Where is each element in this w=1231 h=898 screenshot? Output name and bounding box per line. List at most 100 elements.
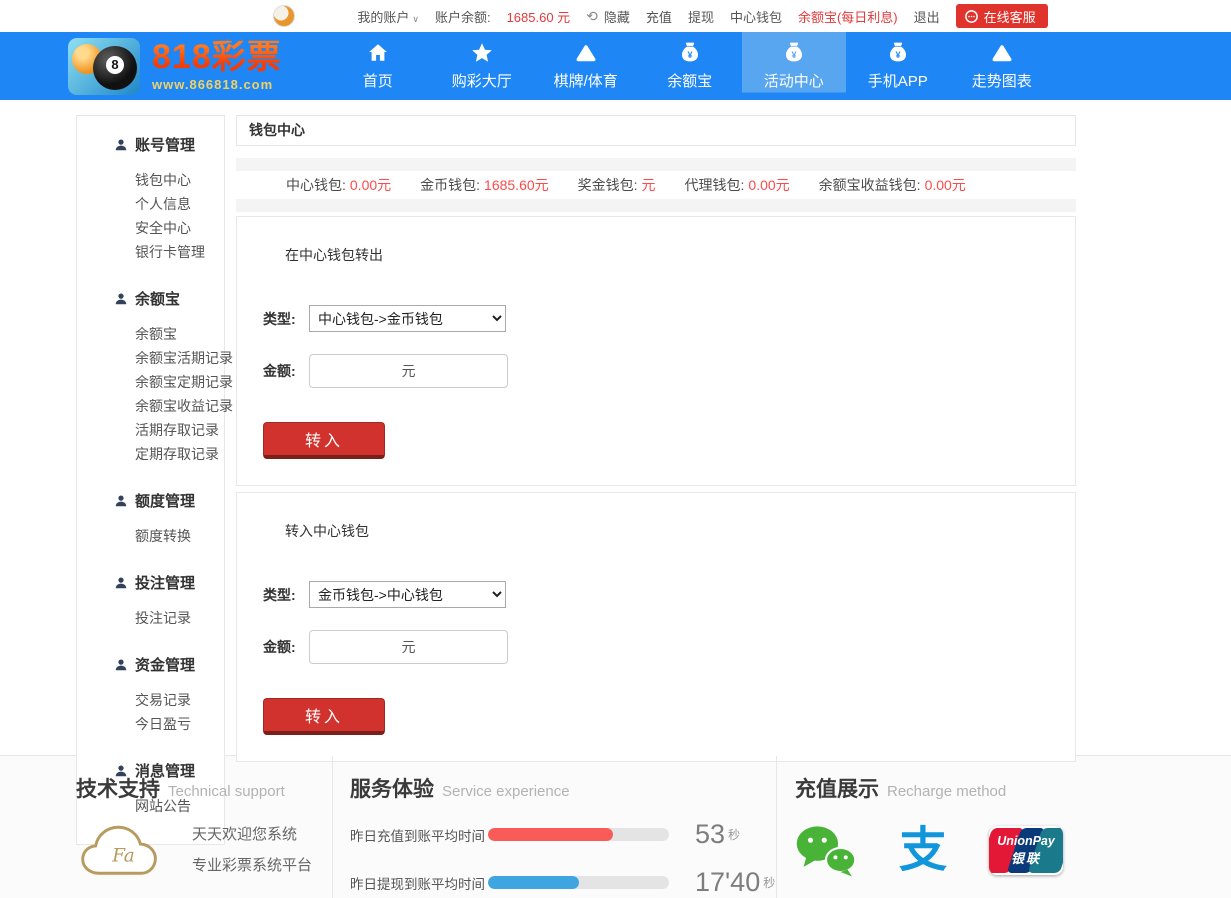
balance-bonus-wallet: 奖金钱包:元 [578,175,656,195]
sidebar-item-quota-convert[interactable]: 额度转换 [77,524,224,548]
sidebar-section-funds[interactable]: 资金管理 [77,654,224,675]
hide-balance-link[interactable]: 隐藏 [604,7,630,26]
user-icon [114,658,128,672]
cloud-logo-text: Fa [111,846,134,867]
svg-text:¥: ¥ [791,50,796,60]
transfer-button[interactable]: 转入 [263,422,385,459]
page-title: 钱包中心 [236,115,1076,146]
service-subtitle: Service experience [442,783,570,800]
recharge-link[interactable]: 充值 [646,7,672,26]
amount-label: 金额: [263,637,309,657]
balance-panel: 中心钱包:0.00元 金币钱包:1685.60元 奖金钱包:元 代理钱包:0.0… [236,158,1076,212]
user-icon [114,494,128,508]
sidebar-item-bank-card[interactable]: 银行卡管理 [77,240,224,264]
transfer-type-select[interactable]: 金币钱包->中心钱包 [309,581,506,608]
amount-input[interactable] [309,630,508,664]
moneybag-icon: ¥ [678,41,702,65]
form-title: 在中心钱包转出 [285,245,1075,265]
user-icon [114,138,128,152]
sidebar-item-fixed-deposit-records[interactable]: 定期存取记录 [77,442,224,466]
recharge-time-value: 53 [695,819,725,850]
sidebar-section-yuebao[interactable]: 余额宝 [77,288,224,309]
brand-name: 818彩票 [152,41,282,74]
type-label: 类型: [263,309,309,329]
sidebar-item-yuebao-current-records[interactable]: 余额宝活期记录 [77,346,224,370]
my-account-menu[interactable]: 我的账户∨ [357,7,419,26]
footer-service-experience: 服务体验 Service experience 昨日充值到账平均时间 53 秒 昨… [333,756,777,898]
withdraw-time-row: 昨日提现到账平均时间 17'40 秒 [350,866,776,898]
brand[interactable]: 8 818彩票 www.866818.com [68,38,282,95]
avatar[interactable] [273,5,295,27]
main-navbar: 8 818彩票 www.866818.com 首页 购彩大厅 棋牌/体育 ¥ 余… [0,32,1231,100]
withdraw-link[interactable]: 提现 [688,7,714,26]
nav-item-home[interactable]: 首页 [326,32,430,100]
balance-center-wallet: 中心钱包:0.00元 [286,175,391,195]
refresh-icon[interactable]: ⟲ [586,8,598,25]
balance-gold-wallet: 金币钱包:1685.60元 [420,175,549,195]
sidebar-item-personal-info[interactable]: 个人信息 [77,192,224,216]
transfer-in-form: 转入中心钱包 类型: 金币钱包->中心钱包 金额: 转入 [236,492,1076,762]
sidebar-item-security-center[interactable]: 安全中心 [77,216,224,240]
top-account-bar: 我的账户∨ 账户余额: 1685.60 元 ⟲ 隐藏 充值 提现 中心钱包 余额… [0,0,1231,32]
online-service-button[interactable]: 在线客服 [956,4,1048,28]
svg-text:¥: ¥ [895,50,900,60]
center-wallet-link[interactable]: 中心钱包 [730,7,782,26]
svg-text:¥: ¥ [687,50,692,60]
sidebar-section-betting[interactable]: 投注管理 [77,572,224,593]
footer: 技术支持Technical support Fa 天天欢迎您系统 专业彩票系统平… [0,755,1231,898]
nav-item-games-sports[interactable]: 棋牌/体育 [534,32,638,100]
brand-logo-icon: 8 [68,38,140,95]
footer-tech-support: 技术支持Technical support Fa 天天欢迎您系统 专业彩票系统平… [0,756,333,898]
amount-label: 金额: [263,361,309,381]
nav-item-trend-charts[interactable]: 走势图表 [950,32,1054,100]
withdraw-time-unit: 秒 [763,874,775,891]
recharge-time-unit: 秒 [728,826,740,843]
nav-item-yuebao[interactable]: ¥ 余额宝 [638,32,742,100]
sidebar-item-wallet-center[interactable]: 钱包中心 [77,168,224,192]
sidebar-item-yuebao[interactable]: 余额宝 [77,322,224,346]
sidebar-section-quota[interactable]: 额度管理 [77,490,224,511]
nav-item-lottery-hall[interactable]: 购彩大厅 [430,32,534,100]
nav-list: 首页 购彩大厅 棋牌/体育 ¥ 余额宝 ¥ 活动中心 ¥ 手机APP 走势图表 [326,32,1054,100]
triangle-icon [990,41,1014,65]
balance-agent-wallet: 代理钱包:0.00元 [685,175,790,195]
yuebao-link[interactable]: 余额宝(每日利息) [798,7,898,26]
form-title: 转入中心钱包 [285,521,1075,541]
sidebar-item-yuebao-fixed-records[interactable]: 余额宝定期记录 [77,370,224,394]
service-title: 服务体验 [350,773,434,803]
recharge-subtitle: Recharge method [887,783,1006,800]
transfer-button[interactable]: 转入 [263,698,385,735]
sidebar-item-bet-records[interactable]: 投注记录 [77,606,224,630]
nav-item-activity-center[interactable]: ¥ 活动中心 [742,32,846,100]
alipay-icon: 支 [899,827,947,875]
sidebar: 账号管理 钱包中心 个人信息 安全中心 银行卡管理 余额宝 余额宝 余额宝活期记… [76,115,225,845]
sidebar-item-today-profit-loss[interactable]: 今日盈亏 [77,712,224,736]
brand-url: www.866818.com [152,77,282,92]
tech-line-2: 专业彩票系统平台 [192,850,312,881]
moneybag-icon: ¥ [782,41,806,65]
chat-icon [964,9,979,24]
cloud-logo-icon: Fa [76,819,166,881]
triangle-icon [574,41,598,65]
sidebar-section-account[interactable]: 账号管理 [77,134,224,155]
sidebar-item-yuebao-profit-records[interactable]: 余额宝收益记录 [77,394,224,418]
recharge-time-row: 昨日充值到账平均时间 53 秒 [350,818,776,851]
wechat-icon [795,823,857,878]
tech-support-title: 技术支持 [76,773,160,803]
logout-link[interactable]: 退出 [914,7,940,26]
amount-input[interactable] [309,354,508,388]
withdraw-time-progressbar [488,876,669,889]
recharge-time-progressbar [488,828,669,841]
balance-yuebao-profit-wallet: 余额宝收益钱包:0.00元 [819,175,966,195]
nav-item-mobile-app[interactable]: ¥ 手机APP [846,32,950,100]
withdraw-time-value: 17'40 [695,867,760,898]
balance-label: 账户余额: [435,7,491,26]
sidebar-item-current-deposit-records[interactable]: 活期存取记录 [77,418,224,442]
moneybag-icon: ¥ [886,41,910,65]
transfer-type-select[interactable]: 中心钱包->金币钱包 [309,305,506,332]
sidebar-item-transaction-records[interactable]: 交易记录 [77,688,224,712]
tech-support-subtitle: Technical support [168,783,285,800]
type-label: 类型: [263,585,309,605]
footer-recharge-methods: 充值展示Recharge method 支 UnionPay银联 [777,756,1231,898]
chevron-down-icon: ∨ [412,14,419,24]
